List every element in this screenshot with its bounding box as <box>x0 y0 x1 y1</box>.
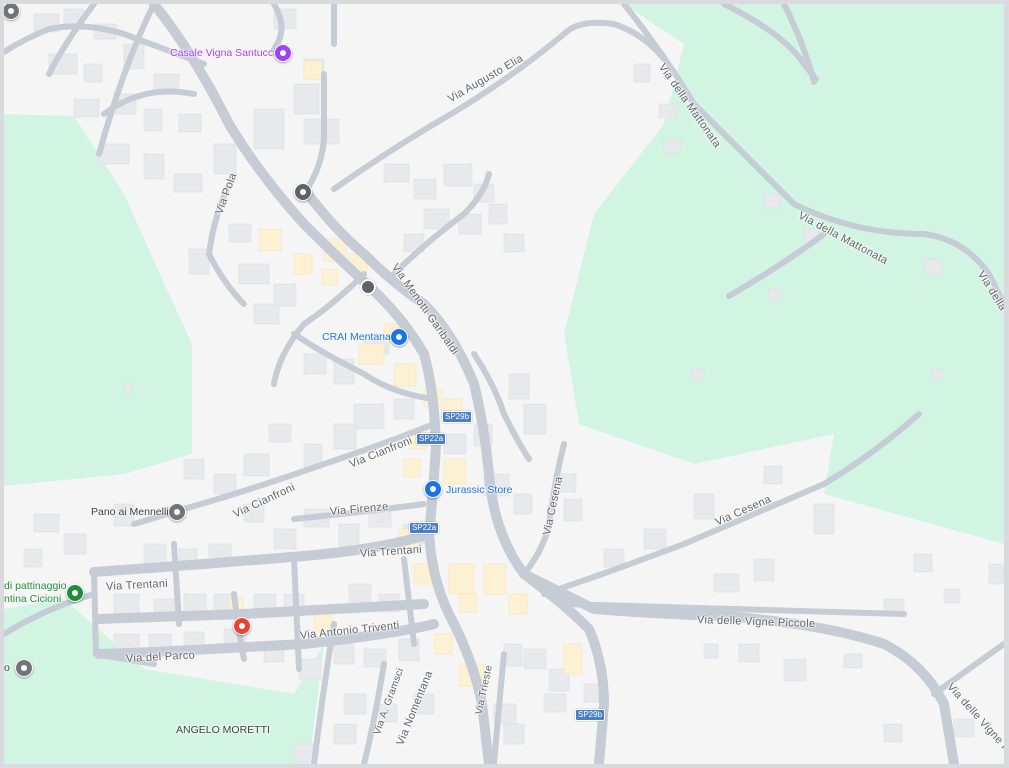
poi-label[interactable]: Casale Vigna Santucci <box>170 47 275 59</box>
home-icon[interactable] <box>274 44 292 62</box>
route-shield: SP22a <box>409 522 440 534</box>
park-icon[interactable] <box>66 584 84 602</box>
map-canvas[interactable]: Via Augusto Elia Via della Mattonata Via… <box>4 4 1004 764</box>
poi-label[interactable]: Pano ai Mennelli <box>91 506 169 518</box>
hospital-icon[interactable] <box>233 617 251 635</box>
route-shield: SP22a <box>416 433 447 445</box>
poi-label[interactable]: CRAI Mentana <box>322 331 391 343</box>
poi-label[interactable]: ntina Cicioni <box>4 593 61 605</box>
route-shield: SP29b <box>575 709 606 721</box>
bus-stop-icon[interactable] <box>360 279 376 295</box>
route-shield: SP29b <box>442 411 473 423</box>
poi-label[interactable]: Jurassic Store <box>446 484 513 496</box>
park-area-southwest <box>4 599 324 764</box>
shopping-bag-icon[interactable] <box>424 480 442 498</box>
map-base-layer <box>4 4 1004 764</box>
shopping-cart-icon[interactable] <box>390 328 408 346</box>
school-icon[interactable] <box>294 183 312 201</box>
poi-label[interactable]: di pattinaggio <box>4 580 66 592</box>
poi-label[interactable]: o <box>4 662 10 674</box>
map-frame: Via Augusto Elia Via della Mattonata Via… <box>0 0 1009 768</box>
place-icon[interactable] <box>15 659 33 677</box>
poi-label[interactable]: ANGELO MORETTI <box>176 724 270 736</box>
place-icon[interactable] <box>168 503 186 521</box>
